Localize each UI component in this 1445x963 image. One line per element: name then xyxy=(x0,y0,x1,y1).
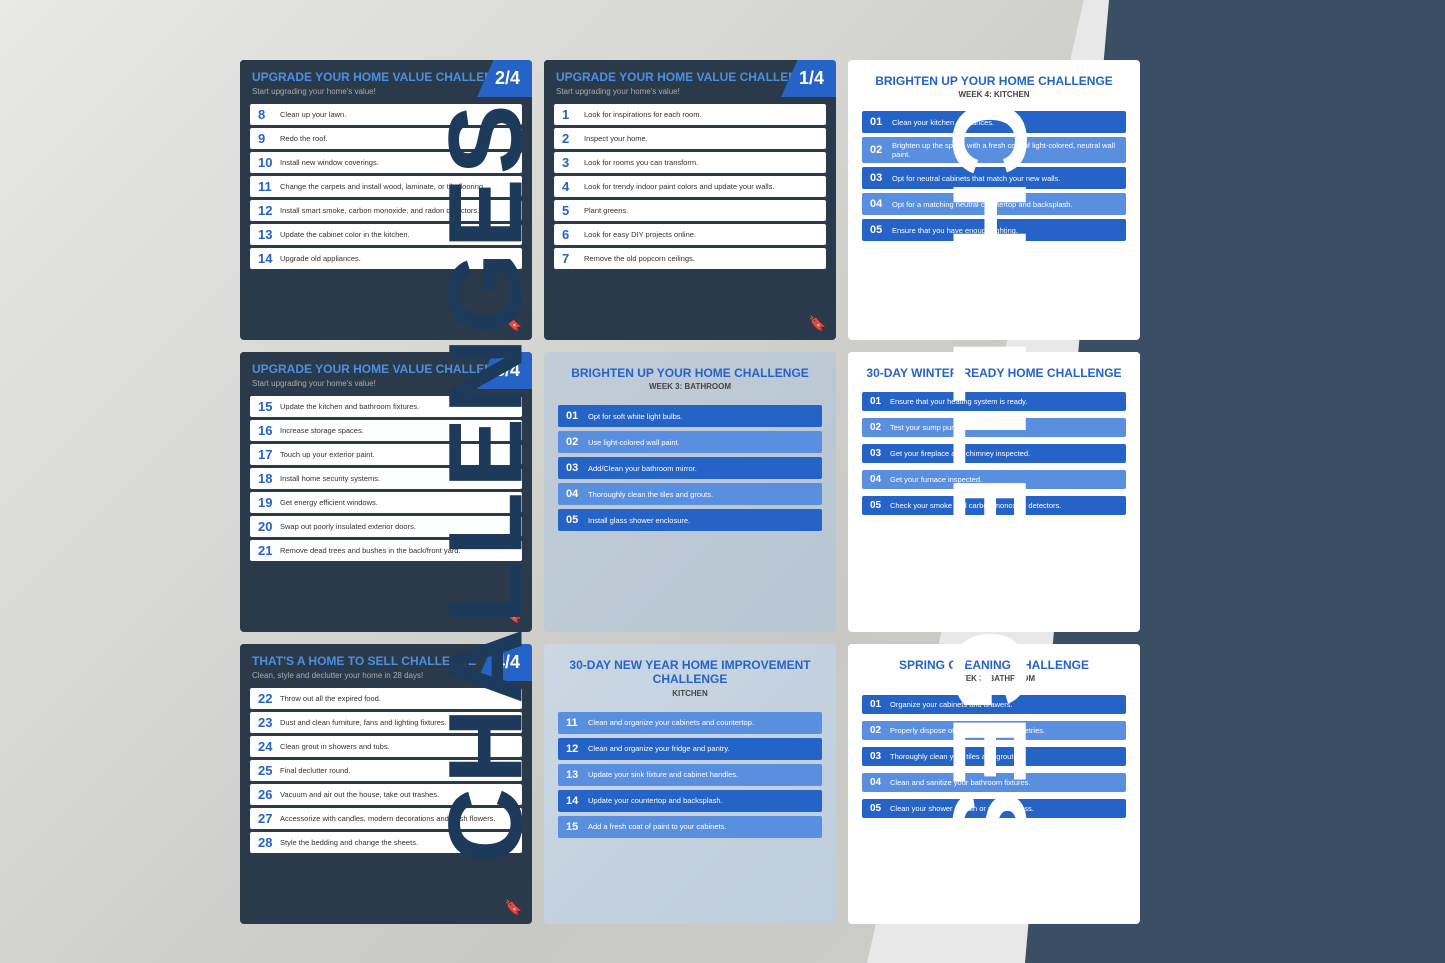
card-brighten-bathroom: BRIGHTEN UP YOUR HOME CHALLENGE WEEK 3: … xyxy=(544,352,836,632)
challenges-left-text: CHALLENGES xyxy=(427,100,547,863)
card2-title: UPGRADE YOUR HOME VALUE CHALLENGE xyxy=(556,70,824,84)
list-item: 4 Look for trendy indoor paint colors an… xyxy=(554,176,826,197)
challenges-right-text: CHALLENGES xyxy=(928,100,1048,863)
list-item: 3 Look for rooms you can transform. xyxy=(554,152,826,173)
card5-title: BRIGHTEN UP YOUR HOME CHALLENGE xyxy=(556,366,824,380)
list-item: 12 Clean and organize your fridge and pa… xyxy=(558,738,822,760)
list-item: 05 Install glass shower enclosure. xyxy=(558,509,822,531)
list-item: 04 Thoroughly clean the tiles and grouts… xyxy=(558,483,822,505)
card-new-year-kitchen: 30-DAY NEW YEAR HOME IMPROVEMENT CHALLEN… xyxy=(544,644,836,924)
list-item: 03 Add/Clean your bathroom mirror. xyxy=(558,457,822,479)
list-item: 14 Update your countertop and backsplash… xyxy=(558,790,822,812)
card2-list: 1 Look for inspirations for each room. 2… xyxy=(544,100,836,276)
list-item: 5 Plant greens. xyxy=(554,200,826,221)
card5-list: 01 Opt for soft white light bulbs. 02 Us… xyxy=(544,397,836,543)
list-item: 7 Remove the old popcorn ceilings. xyxy=(554,248,826,269)
card-upgrade-1-4: UPGRADE YOUR HOME VALUE CHALLENGE 1/4 St… xyxy=(544,60,836,340)
card3-title: BRIGHTEN UP YOUR HOME CHALLENGE xyxy=(860,74,1128,88)
card8-list: 11 Clean and organize your cabinets and … xyxy=(544,704,836,850)
list-item: 13 Update your sink fixture and cabinet … xyxy=(558,764,822,786)
card5-header: BRIGHTEN UP YOUR HOME CHALLENGE WEEK 3: … xyxy=(544,352,836,397)
card8-title: 30-DAY NEW YEAR HOME IMPROVEMENT CHALLEN… xyxy=(556,658,824,687)
list-item: 1 Look for inspirations for each room. xyxy=(554,104,826,125)
list-item: 6 Look for easy DIY projects online. xyxy=(554,224,826,245)
card2-badge: 1/4 xyxy=(781,60,836,97)
card1-badge: 2/4 xyxy=(477,60,532,97)
list-item: 01 Opt for soft white light bulbs. xyxy=(558,405,822,427)
card3-subtitle: WEEK 4: KITCHEN xyxy=(860,90,1128,99)
card8-header: 30-DAY NEW YEAR HOME IMPROVEMENT CHALLEN… xyxy=(544,644,836,704)
bookmark-icon: 🔖 xyxy=(809,315,826,332)
card8-subtitle: KITCHEN xyxy=(556,689,824,698)
list-item: 15 Add a fresh coat of paint to your cab… xyxy=(558,816,822,838)
card3-header: BRIGHTEN UP YOUR HOME CHALLENGE WEEK 4: … xyxy=(848,60,1140,105)
list-item: 2 Inspect your home. xyxy=(554,128,826,149)
card1-title: UPGRADE YOUR HOME VALUE CHALLENGE xyxy=(252,70,520,84)
card5-subtitle: WEEK 3: BATHROOM xyxy=(556,382,824,391)
bookmark-icon: 🔖 xyxy=(505,899,522,916)
list-item: 11 Clean and organize your cabinets and … xyxy=(558,712,822,734)
list-item: 02 Use light-colored wall paint. xyxy=(558,431,822,453)
